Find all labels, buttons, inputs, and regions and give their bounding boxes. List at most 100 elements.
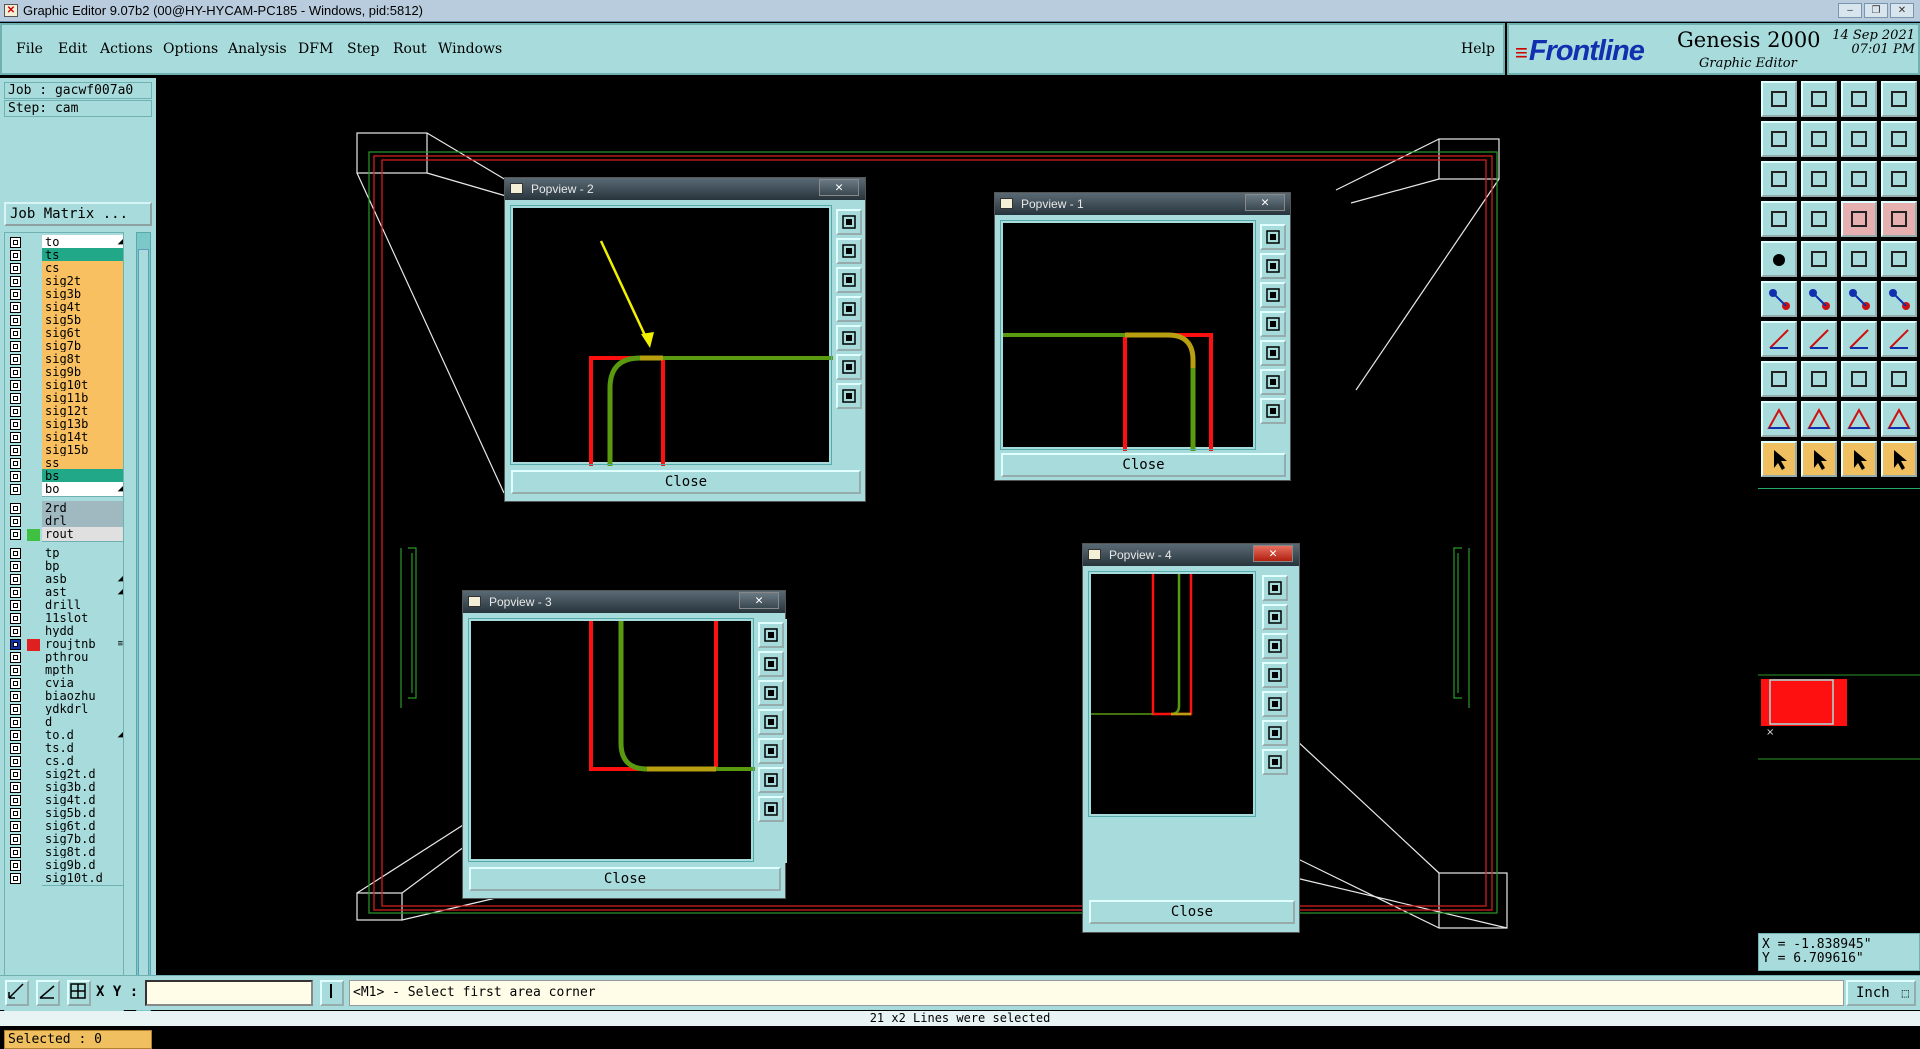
save-icon[interactable]	[1801, 81, 1837, 117]
layer-checkbox[interactable]	[10, 873, 21, 884]
select-icon[interactable]	[1761, 441, 1797, 477]
menu-options[interactable]: Options	[163, 41, 218, 57]
menu-dfm[interactable]: DFM	[298, 41, 333, 57]
layer-checkbox[interactable]	[10, 600, 21, 611]
surface-icon[interactable]	[1881, 241, 1917, 277]
slash-icon[interactable]	[1801, 321, 1837, 357]
xy-input[interactable]	[145, 980, 313, 1006]
layer-scrollbar[interactable]	[136, 232, 151, 1022]
layer-checkbox[interactable]	[10, 419, 21, 430]
layer-checkbox[interactable]	[10, 782, 21, 793]
layer-checkbox[interactable]	[10, 529, 21, 540]
zoom-area-icon[interactable]	[1801, 161, 1837, 197]
layer-checkbox[interactable]	[10, 769, 21, 780]
board-icon[interactable]	[1841, 201, 1877, 237]
popview-3-close-icon[interactable]: ✕	[739, 592, 779, 609]
menu-actions[interactable]: Actions	[100, 41, 153, 57]
layer-checkbox[interactable]	[10, 613, 21, 624]
layer-row[interactable]: bo ◢	[5, 482, 123, 497]
layer-checkbox[interactable]	[10, 432, 21, 443]
fit-icon[interactable]	[758, 767, 784, 793]
zoom-in-icon[interactable]	[758, 651, 784, 677]
layer-checkbox[interactable]	[10, 458, 21, 469]
layer-checkbox[interactable]	[10, 574, 21, 585]
layer-checkbox[interactable]	[10, 263, 21, 274]
pan-left-icon[interactable]	[1262, 662, 1288, 688]
pad-edit-icon[interactable]	[1761, 361, 1797, 397]
fit-icon[interactable]	[1260, 369, 1286, 395]
layer-checkbox[interactable]	[10, 289, 21, 300]
center-icon[interactable]	[1262, 749, 1288, 775]
minimize-button[interactable]: –	[1838, 3, 1862, 18]
layer-checkbox[interactable]	[10, 639, 21, 650]
flip-icon[interactable]	[1881, 321, 1917, 357]
popview-2-view[interactable]	[510, 205, 835, 470]
zoom-in-icon[interactable]	[1260, 253, 1286, 279]
layer-checkbox[interactable]	[10, 341, 21, 352]
arch-icon[interactable]	[1841, 401, 1877, 437]
cursor-toggle-icon[interactable]	[320, 980, 344, 1006]
layer-checkbox[interactable]	[10, 250, 21, 261]
layer-checkbox[interactable]	[10, 860, 21, 871]
overview-map[interactable]: ×	[1758, 488, 1920, 930]
pan-left-icon[interactable]	[836, 296, 862, 322]
zoom-home-icon[interactable]	[1260, 224, 1286, 250]
help-icon[interactable]	[1881, 161, 1917, 197]
menu-edit[interactable]: Edit	[58, 41, 87, 57]
menu-windows[interactable]: Windows	[438, 41, 502, 57]
layer-checkbox[interactable]	[10, 315, 21, 326]
line-edit-icon[interactable]	[1801, 361, 1837, 397]
pan-right-icon[interactable]	[1262, 691, 1288, 717]
popview-2-close-icon[interactable]: ✕	[819, 179, 859, 196]
select-alt-icon[interactable]	[1801, 441, 1837, 477]
measure-icon[interactable]	[36, 980, 60, 1006]
unit-selector[interactable]: Inch ⬚	[1846, 980, 1916, 1006]
snap-icon[interactable]	[5, 980, 29, 1006]
fit-icon[interactable]	[1262, 720, 1288, 746]
scrollbar-thumb[interactable]	[138, 249, 149, 1007]
layer-checkbox[interactable]	[10, 821, 21, 832]
layer-checkbox[interactable]	[10, 302, 21, 313]
pad-add-icon[interactable]	[1761, 241, 1797, 277]
disconnect-icon[interactable]	[1881, 281, 1917, 317]
zoom-out-icon[interactable]	[836, 267, 862, 293]
layer-checkbox[interactable]	[10, 471, 21, 482]
menu-analysis[interactable]: Analysis	[228, 41, 287, 57]
layer-checkbox[interactable]	[10, 743, 21, 754]
layer-name[interactable]: sig10t.d	[42, 871, 123, 886]
home-icon[interactable]	[1841, 81, 1877, 117]
scale-icon[interactable]	[1841, 161, 1877, 197]
select-near-icon[interactable]	[1841, 441, 1877, 477]
layer-display-swatch[interactable]	[27, 529, 40, 541]
zoom-home-icon[interactable]	[1262, 575, 1288, 601]
probe-icon[interactable]	[1801, 201, 1837, 237]
layer-checkbox[interactable]	[10, 561, 21, 572]
zoom-in-icon[interactable]	[1262, 604, 1288, 630]
triangle-icon[interactable]	[1761, 401, 1797, 437]
zoom-home-icon[interactable]	[836, 209, 862, 235]
close-window-button[interactable]: ✕	[1890, 3, 1914, 18]
menu-step[interactable]: Step	[347, 41, 379, 57]
layer-checkbox[interactable]	[10, 548, 21, 559]
zoom-in-icon[interactable]	[836, 238, 862, 264]
popview-1-close-icon[interactable]: ✕	[1245, 194, 1285, 211]
popview-4-close-icon[interactable]: ✕	[1253, 545, 1293, 562]
zoom-out-icon[interactable]	[1260, 282, 1286, 308]
node-delete-icon[interactable]	[1801, 281, 1837, 317]
snap-toggle-icon[interactable]	[1841, 121, 1877, 157]
layer-checkbox[interactable]	[10, 730, 21, 741]
select-route-icon[interactable]	[1881, 441, 1917, 477]
layer-down-icon[interactable]	[1801, 121, 1837, 157]
route-icon[interactable]	[1881, 201, 1917, 237]
pan-left-icon[interactable]	[758, 709, 784, 735]
pan-left-icon[interactable]	[1260, 311, 1286, 337]
layer-checkbox[interactable]	[10, 328, 21, 339]
layer-checkbox[interactable]	[10, 717, 21, 728]
resize-icon[interactable]	[1841, 361, 1877, 397]
popview-1-close-button[interactable]: Close	[1001, 453, 1286, 477]
maximize-button[interactable]: ❐	[1864, 3, 1888, 18]
center-icon[interactable]	[836, 383, 862, 409]
layer-checkbox[interactable]	[10, 276, 21, 287]
layer-checkbox[interactable]	[10, 354, 21, 365]
layer-checkbox[interactable]	[10, 691, 21, 702]
